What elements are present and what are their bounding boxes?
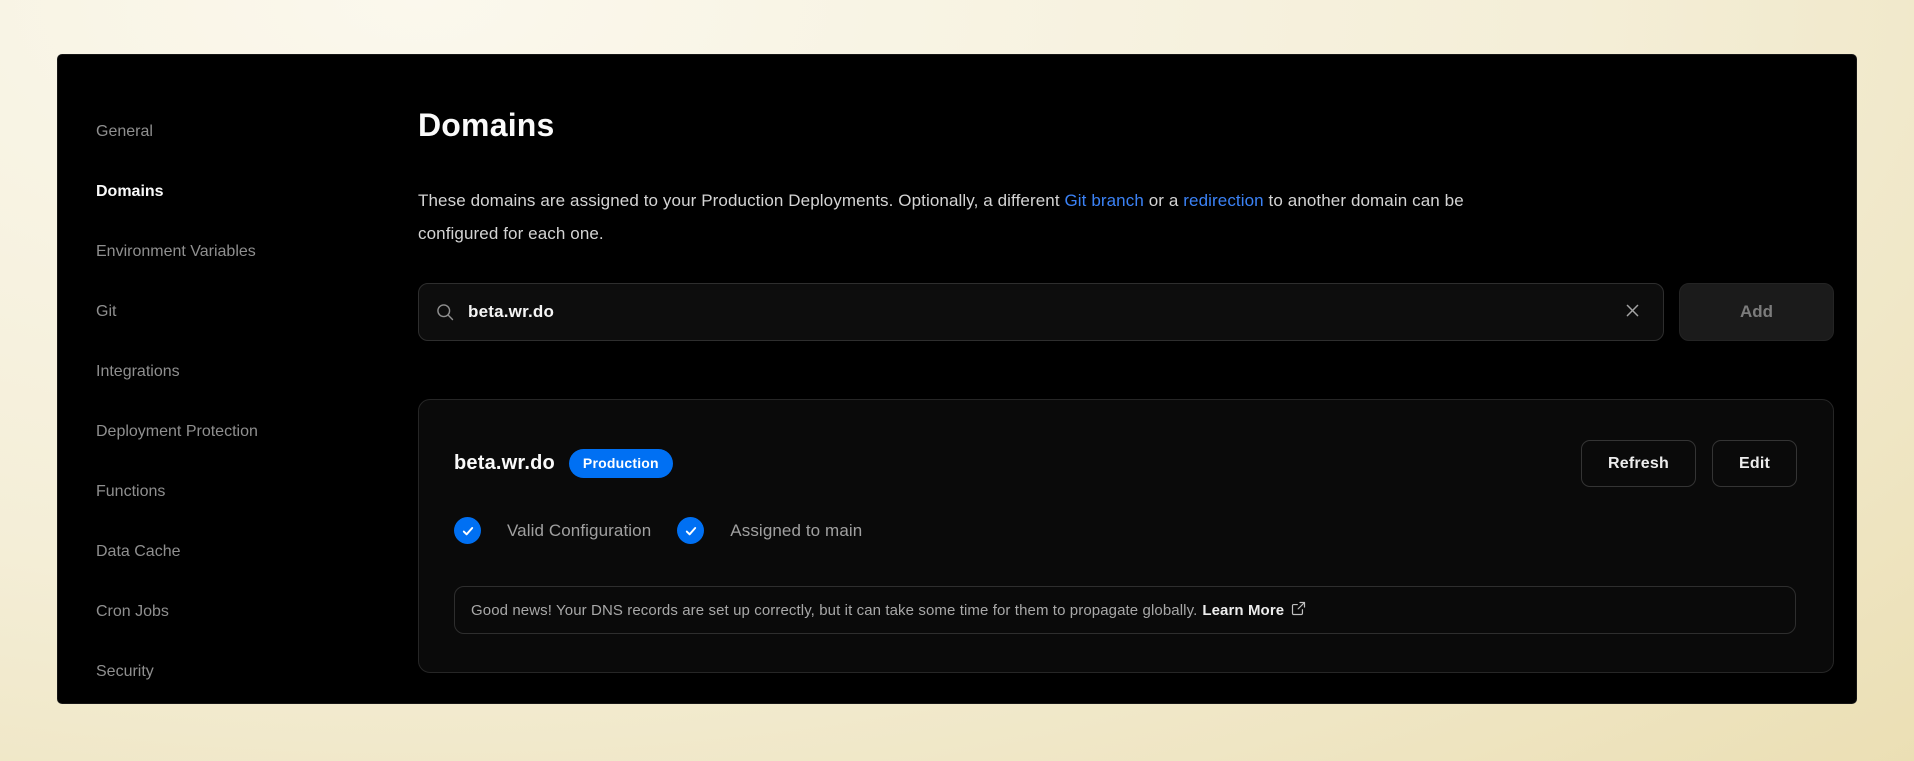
sidebar-item-deployment-protection[interactable]: Deployment Protection — [96, 402, 418, 462]
domain-input[interactable] — [468, 302, 1620, 322]
sidebar-item-functions[interactable]: Functions — [96, 462, 418, 522]
domain-status-row: Valid Configuration Assigned to main — [454, 517, 1797, 544]
domains-description: These domains are assigned to your Produ… — [418, 184, 1834, 250]
learn-more-link[interactable]: Learn More — [1202, 601, 1306, 620]
status-label: Assigned to main — [730, 521, 862, 541]
add-domain-button[interactable]: Add — [1679, 283, 1834, 341]
sidebar-item-domains[interactable]: Domains — [96, 162, 418, 222]
sidebar-item-security[interactable]: Security — [96, 642, 418, 702]
refresh-button[interactable]: Refresh — [1581, 440, 1696, 487]
dns-notice-text: Good news! Your DNS records are set up c… — [471, 602, 1197, 619]
check-circle-icon — [677, 517, 704, 544]
sidebar-item-data-cache[interactable]: Data Cache — [96, 522, 418, 582]
git-branch-link[interactable]: Git branch — [1064, 191, 1143, 210]
description-segment: to another domain can be — [1264, 191, 1464, 210]
domain-card: beta.wr.do Production Refresh Edit Valid… — [418, 399, 1834, 673]
sidebar-item-integrations[interactable]: Integrations — [96, 342, 418, 402]
production-badge: Production — [569, 449, 673, 478]
add-domain-row: Add — [418, 283, 1834, 341]
valid-configuration-status: Valid Configuration — [454, 517, 651, 544]
description-segment: configured for each one. — [418, 224, 604, 243]
learn-more-label: Learn More — [1202, 602, 1284, 619]
redirection-link[interactable]: redirection — [1183, 191, 1263, 210]
domain-title-group: beta.wr.do Production — [454, 449, 673, 478]
sidebar-item-environment-variables[interactable]: Environment Variables — [96, 222, 418, 282]
description-segment: or a — [1144, 191, 1183, 210]
external-link-icon — [1291, 601, 1306, 620]
close-icon — [1624, 302, 1641, 322]
domain-name: beta.wr.do — [454, 452, 555, 475]
assigned-to-main-status: Assigned to main — [677, 517, 862, 544]
domain-card-actions: Refresh Edit — [1581, 440, 1797, 487]
sidebar-item-cron-jobs[interactable]: Cron Jobs — [96, 582, 418, 642]
settings-sidebar: General Domains Environment Variables Gi… — [58, 55, 418, 703]
edit-button[interactable]: Edit — [1712, 440, 1797, 487]
description-segment: These domains are assigned to your Produ… — [418, 191, 1064, 210]
page-title: Domains — [418, 104, 1834, 146]
dns-notice: Good news! Your DNS records are set up c… — [454, 586, 1796, 634]
check-circle-icon — [454, 517, 481, 544]
search-icon — [435, 302, 455, 322]
settings-panel: General Domains Environment Variables Gi… — [57, 54, 1857, 704]
sidebar-item-git[interactable]: Git — [96, 282, 418, 342]
clear-input-button[interactable] — [1620, 298, 1645, 326]
status-label: Valid Configuration — [507, 521, 651, 541]
sidebar-item-general[interactable]: General — [96, 102, 418, 162]
domains-main: Domains These domains are assigned to yo… — [418, 55, 1856, 703]
domain-search-box[interactable] — [418, 283, 1664, 341]
domain-card-header: beta.wr.do Production Refresh Edit — [454, 440, 1797, 487]
